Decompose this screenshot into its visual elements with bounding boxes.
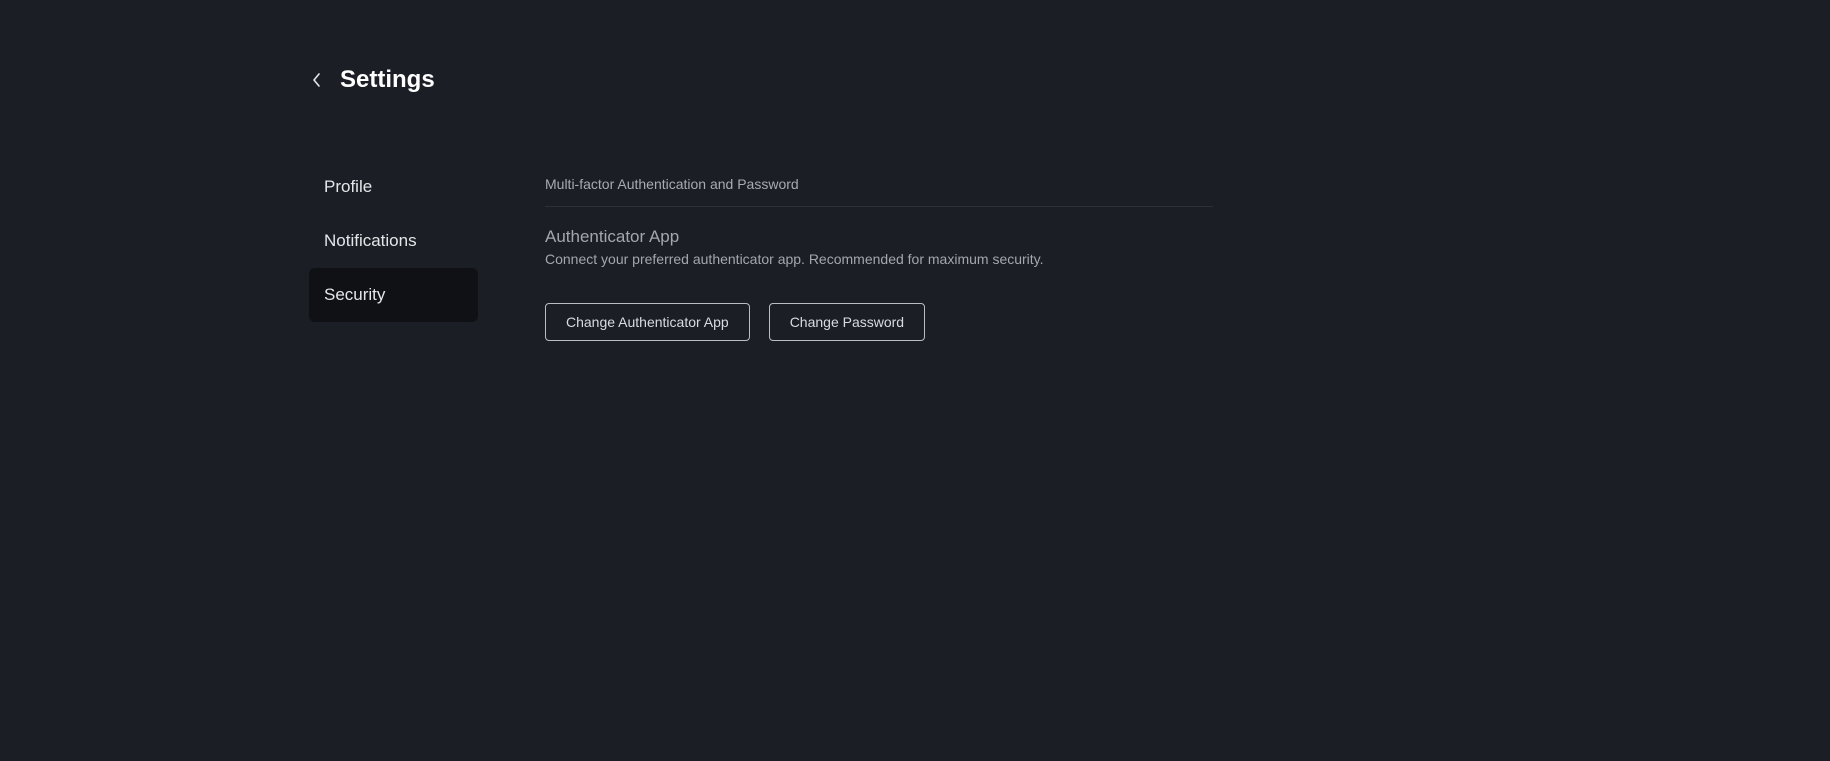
change-authenticator-button[interactable]: Change Authenticator App [545, 303, 750, 341]
settings-page: Settings Profile Notifications Security … [0, 0, 1830, 761]
authenticator-description: Connect your preferred authenticator app… [545, 251, 1044, 267]
section-title: Multi-factor Authentication and Password [545, 160, 1213, 207]
sidebar-item-label: Profile [324, 177, 373, 196]
authenticator-title: Authenticator App [545, 227, 680, 246]
page-title: Settings [340, 66, 435, 93]
security-actions: Change Authenticator App Change Password [545, 303, 1213, 341]
page-header: Settings [306, 66, 435, 94]
sidebar-item-label: Security [324, 285, 386, 304]
sidebar-item-label: Notifications [324, 231, 417, 250]
sidebar-item-profile[interactable]: Profile [309, 160, 478, 214]
settings-sidebar: Profile Notifications Security [309, 160, 478, 322]
sidebar-item-notifications[interactable]: Notifications [309, 214, 478, 268]
security-content: Multi-factor Authentication and Password… [545, 160, 1213, 341]
sidebar-item-security[interactable]: Security [309, 268, 478, 322]
chevron-left-icon [313, 73, 320, 87]
back-button[interactable] [306, 69, 328, 91]
change-password-button[interactable]: Change Password [768, 303, 926, 341]
